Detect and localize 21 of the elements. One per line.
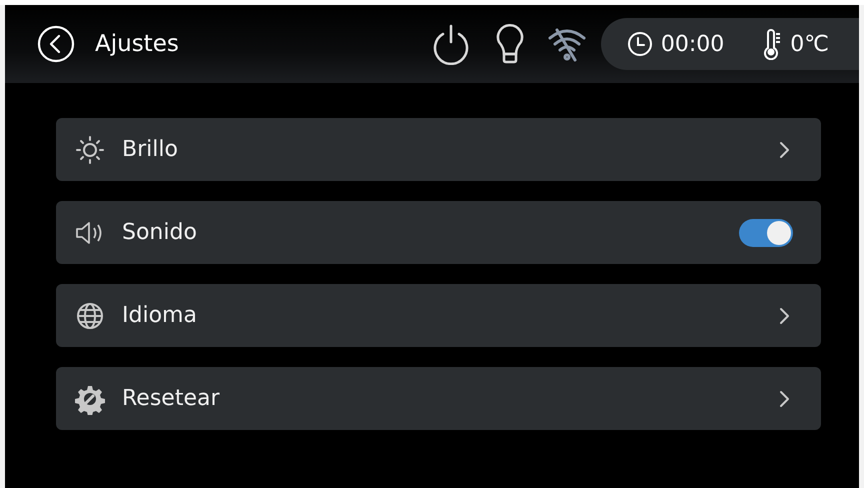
chevron-icon [777,388,791,408]
page-title: Ajustes [95,31,179,57]
clock-icon [626,31,653,57]
thermometer-icon [762,28,782,60]
temperature-text: 0℃ [790,32,829,56]
sun-icon [74,134,106,166]
settings-row[interactable]: Resetear [56,367,821,430]
wifi-off-icon[interactable] [546,26,587,62]
toggle-switch[interactable] [739,218,793,246]
row-label: Sonido [122,220,198,245]
settings-row[interactable]: Sonido [56,201,821,264]
chevron-icon [777,140,791,160]
power-icon[interactable] [430,23,471,65]
chevron-icon [777,306,791,326]
row-label: Resetear [122,386,221,411]
settings-row[interactable]: Brillo [56,118,821,181]
row-label: Idioma [122,303,198,328]
row-label: Brillo [122,137,179,162]
back-button[interactable] [37,25,75,63]
settings-row[interactable]: Idioma [56,284,821,347]
time-text: 00:00 [660,32,724,56]
